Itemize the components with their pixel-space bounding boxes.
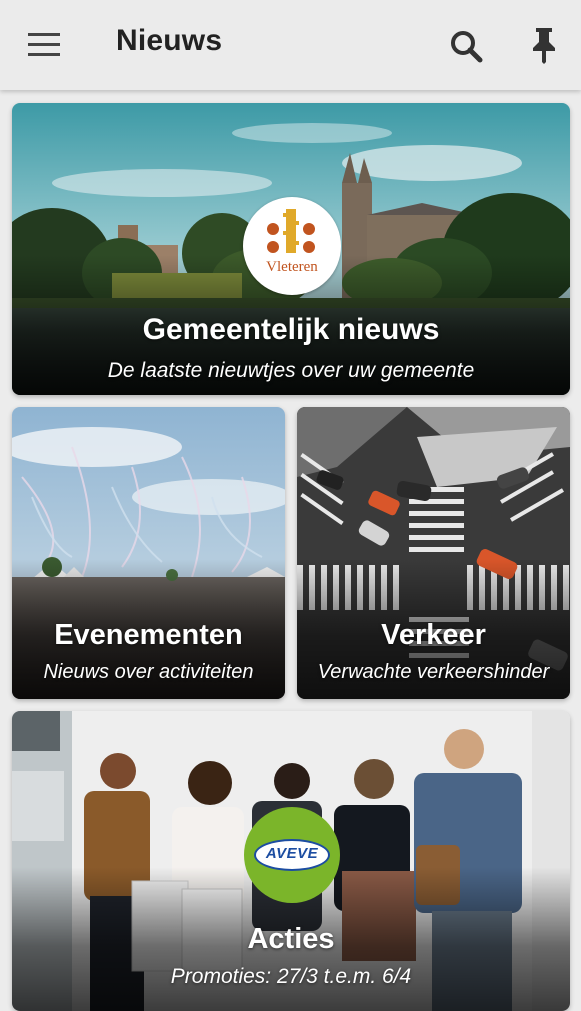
card-subtitle: De laatste nieuwtjes over uw gemeente: [107, 359, 475, 382]
search-icon[interactable]: [446, 26, 486, 66]
card-title: Verkeer: [381, 619, 486, 651]
vleteren-logo: Vleteren: [243, 197, 341, 295]
page-title: Nieuws: [116, 24, 223, 57]
card-title: Gemeentelijk nieuws: [142, 313, 440, 346]
card-subtitle: Verwachte verkeershinder: [317, 661, 550, 683]
app-bar: Nieuws: [0, 0, 581, 90]
card-acties[interactable]: AVEVE Acties Promoties: 27/3 t.e.m. 6/4: [12, 711, 570, 1011]
vleteren-logo-text: Vleteren: [266, 259, 318, 275]
card-verkeer[interactable]: Verkeer Verwachte verkeershinder: [297, 407, 570, 699]
hamburger-menu-icon[interactable]: [22, 28, 66, 62]
aveve-logo: AVEVE: [244, 807, 340, 903]
card-title: Acties: [247, 923, 335, 955]
card-subtitle: Nieuws over activiteiten: [43, 661, 254, 683]
card-title: Evenementen: [54, 619, 243, 651]
pin-icon[interactable]: [526, 24, 562, 64]
aveve-logo-text: AVEVE: [265, 845, 319, 862]
card-gemeentelijk-nieuws[interactable]: Vleteren Gemeentelijk nieuws De laatste …: [12, 103, 570, 395]
card-subtitle: Promoties: 27/3 t.e.m. 6/4: [170, 965, 412, 988]
card-evenementen[interactable]: Evenementen Nieuws over activiteiten: [12, 407, 285, 699]
